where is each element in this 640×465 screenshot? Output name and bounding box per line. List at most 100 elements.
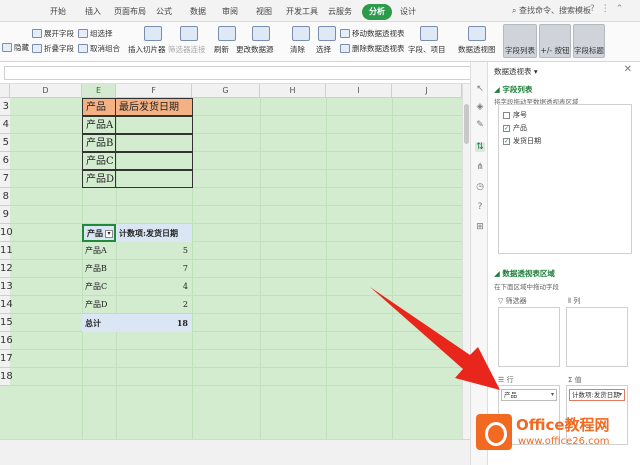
tab-developer[interactable]: 开发工具 [284, 4, 320, 20]
source-header-last-ship[interactable]: 最后发货日期 [115, 98, 193, 116]
collapse-field-button[interactable]: 折叠字段 [32, 43, 74, 54]
source-header-product[interactable]: 产品 [82, 98, 116, 116]
field-list-button[interactable]: 字段列表 [503, 24, 537, 58]
filter-dropdown-icon[interactable]: ▾ [105, 230, 113, 238]
row-header[interactable]: 4 [0, 116, 10, 134]
history-icon[interactable]: ◷ [475, 182, 485, 192]
source-date-cell[interactable] [115, 116, 193, 134]
delete-pivot-button[interactable]: 删除数据透视表 [340, 43, 405, 54]
pivot-row-label[interactable]: 产品C [82, 278, 116, 296]
row-header[interactable]: 5 [0, 134, 10, 152]
select-button[interactable]: 选择 [316, 44, 331, 55]
column-header-h[interactable]: H [260, 84, 326, 98]
source-product-cell[interactable]: 产品C [82, 152, 116, 170]
source-product-cell[interactable]: 产品D [82, 170, 116, 188]
row-header[interactable]: 16 [0, 332, 13, 350]
tab-cloud[interactable]: 云服务 [326, 4, 354, 20]
expand-field-button[interactable]: 展开字段 [32, 28, 74, 39]
scrollbar-thumb[interactable] [464, 104, 469, 144]
pivot-chart-button[interactable]: 数据透视图 [458, 44, 496, 55]
row-header[interactable]: 14 [0, 296, 13, 314]
tab-view[interactable]: 视图 [252, 4, 276, 20]
row-header[interactable]: 10 [0, 224, 13, 242]
column-header-f[interactable]: F [116, 84, 192, 98]
row-header[interactable]: 17 [0, 350, 13, 368]
filter-connect-button[interactable]: 筛选器连接 [168, 44, 206, 55]
field-header-button[interactable]: 字段标题 [573, 24, 605, 58]
row-header[interactable]: 9 [0, 206, 10, 224]
source-product-cell[interactable]: 产品A [82, 116, 116, 134]
value-field-chip[interactable]: 计数项:发货日期 ▾ [569, 389, 625, 401]
pivot-row-label[interactable]: 产品D [82, 296, 116, 314]
vertical-scrollbar[interactable] [462, 84, 470, 439]
pivot-row-header[interactable]: 产品 ▾ [82, 224, 116, 242]
tab-insert[interactable]: 插入 [80, 4, 106, 20]
ungroup-button[interactable]: 取消组合 [78, 43, 120, 54]
column-header-g[interactable]: G [192, 84, 260, 98]
help-icon[interactable]: ? [475, 202, 485, 212]
column-drop-zone[interactable] [566, 307, 628, 367]
plus-minus-button[interactable]: +/- 按钮 [539, 24, 571, 58]
pivot-row-label[interactable]: 产品A [82, 242, 116, 260]
field-item[interactable]: ✓ 发货日期 [503, 136, 541, 146]
checkbox-unchecked[interactable] [503, 111, 510, 119]
field-item[interactable]: ✓ 产品 [503, 123, 527, 133]
tab-analyze[interactable]: 分析 [362, 4, 392, 20]
checkbox-checked[interactable]: ✓ [503, 137, 510, 145]
window-controls[interactable]: ?⋮⌃ [590, 4, 629, 14]
tab-formulas[interactable]: 公式 [152, 4, 176, 20]
chevron-down-icon[interactable]: ▾ [619, 390, 622, 400]
clear-button[interactable]: 清除 [290, 44, 305, 55]
pivot-total-label[interactable]: 总计 [82, 314, 116, 332]
group-select-button[interactable]: 组选择 [78, 28, 113, 39]
row-header[interactable]: 3 [0, 98, 10, 116]
row-header[interactable]: 13 [0, 278, 13, 296]
column-header-d[interactable]: D [10, 84, 82, 98]
row-header[interactable]: 18 [0, 368, 13, 386]
source-date-cell[interactable] [115, 134, 193, 152]
source-date-cell[interactable] [115, 152, 193, 170]
tab-data[interactable]: 数据 [186, 4, 210, 20]
chevron-down-icon[interactable]: ▾ [551, 390, 554, 400]
shapes-icon[interactable]: ◈ [475, 102, 485, 112]
filter-drop-zone[interactable] [498, 307, 560, 367]
row-header[interactable]: 6 [0, 152, 10, 170]
share-icon[interactable]: ⋔ [475, 162, 485, 172]
pivot-value-header[interactable]: 计数项:发货日期 [116, 224, 192, 242]
row-field-chip[interactable]: 产品 ▾ [501, 389, 557, 401]
insert-slicer-button[interactable]: 插入切片器 [128, 44, 166, 55]
source-product-cell[interactable]: 产品B [82, 134, 116, 152]
move-pivot-button[interactable]: 移动数据透视表 [340, 28, 405, 39]
close-icon[interactable]: ✕ [624, 64, 632, 75]
row-header[interactable]: 7 [0, 170, 10, 188]
refresh-button[interactable]: 刷新 [214, 44, 229, 55]
column-header-e[interactable]: E [82, 84, 116, 98]
hide-button[interactable]: 隐藏 [2, 42, 29, 53]
column-header-j[interactable]: J [392, 84, 462, 98]
pivot-row-label[interactable]: 产品B [82, 260, 116, 278]
cursor-icon[interactable]: ↖ [475, 84, 485, 94]
row-header[interactable]: 15 [0, 314, 13, 332]
tab-page-layout[interactable]: 页面布局 [112, 4, 148, 20]
tab-review[interactable]: 审阅 [218, 4, 242, 20]
corner-header[interactable] [0, 84, 10, 98]
change-source-button[interactable]: 更改数据源 [236, 44, 274, 55]
apps-icon[interactable]: ⊞ [475, 222, 485, 232]
pivot-row-value[interactable]: 4 [116, 278, 192, 296]
source-date-cell[interactable] [115, 170, 193, 188]
row-header[interactable]: 12 [0, 260, 13, 278]
pivot-pane-icon[interactable]: ⇅ [475, 142, 485, 152]
field-item[interactable]: 序号 [503, 110, 527, 120]
pivot-row-value[interactable]: 5 [116, 242, 192, 260]
field-items-button[interactable]: 字段、项目 [408, 44, 446, 55]
spreadsheet-grid[interactable]: D E F G H I J 3 4 5 6 7 8 9 10 11 12 13 14 15 16 17 18 … [0, 84, 462, 439]
pivot-row-value[interactable]: 7 [116, 260, 192, 278]
tab-home[interactable]: 开始 [45, 4, 71, 20]
row-header[interactable]: 8 [0, 188, 10, 206]
pivot-total-value[interactable]: 18 [116, 314, 192, 332]
format-icon[interactable]: ✎ [475, 120, 485, 130]
column-header-i[interactable]: I [326, 84, 392, 98]
search-box[interactable]: ⌕ 查找命令、搜索模板 [512, 5, 591, 16]
tab-design[interactable]: 设计 [396, 4, 420, 20]
pivot-row-value[interactable]: 2 [116, 296, 192, 314]
